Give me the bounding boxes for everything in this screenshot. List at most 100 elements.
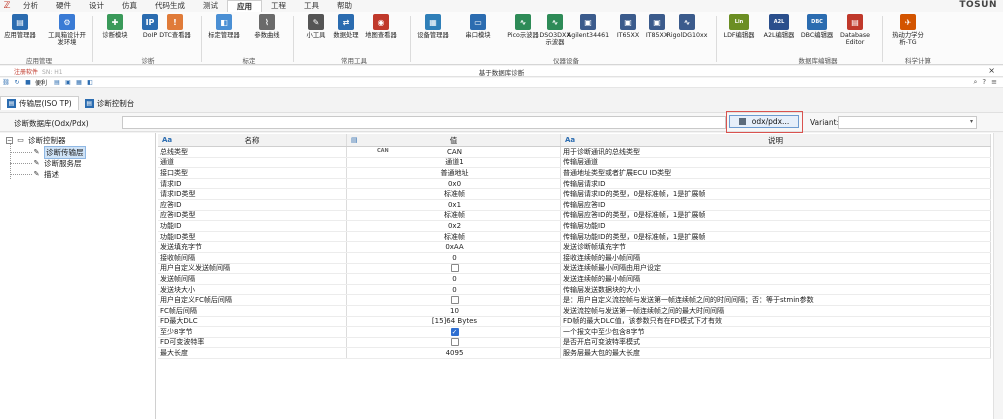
table-row[interactable]: 应答ID类型 标准帧 传输层应答ID的类型，0是标准帧，1是扩展帧: [158, 210, 991, 222]
param-value[interactable]: [347, 337, 561, 348]
param-value[interactable]: 0: [347, 284, 561, 295]
ribbon-button[interactable]: ▦ 设备管理器: [416, 14, 450, 39]
variant-select[interactable]: ▾: [838, 116, 977, 129]
refresh-icon[interactable]: ↻: [13, 79, 21, 87]
ribbon-button[interactable]: ∿ DSO3DXX示波器: [538, 14, 572, 46]
param-value[interactable]: 0x1: [347, 199, 561, 210]
table-row[interactable]: 发送填充字节 0xAA 发送诊断帧填充字节: [158, 242, 991, 253]
table-row[interactable]: 功能ID类型 标准帧 传输层功能ID的类型，0是标准帧，1是扩展帧: [158, 231, 991, 243]
param-value[interactable]: 标准帧: [347, 210, 561, 221]
table-row[interactable]: 接口类型 普通地址 普通地址类型或者扩展ECU ID类型: [158, 168, 991, 179]
ribbon-button[interactable]: DBC DBC编辑器: [800, 14, 834, 39]
param-checkbox[interactable]: [450, 296, 459, 305]
app-logo-icon[interactable]: ℤ: [0, 0, 14, 12]
param-value[interactable]: 0x2: [347, 221, 561, 231]
header-value[interactable]: ▤ 值: [347, 134, 561, 146]
param-value[interactable]: 10: [347, 305, 561, 316]
table-row[interactable]: 至少8字节 ✓ 一个报文中至少包含8字节: [158, 327, 991, 338]
param-checkbox[interactable]: [450, 338, 459, 347]
table-row[interactable]: 功能ID 0x2 传输层功能ID: [158, 221, 991, 232]
tree-item[interactable]: ✎ 描述: [32, 169, 59, 179]
param-value[interactable]: 标准帧: [347, 231, 561, 242]
param-value[interactable]: ✓: [347, 327, 561, 337]
param-checkbox[interactable]: [450, 264, 459, 273]
ribbon-button[interactable]: ▭ 串口模块: [461, 14, 495, 39]
param-value[interactable]: 0x0: [347, 178, 561, 189]
menu-item[interactable]: 设计: [80, 0, 113, 13]
ribbon-button[interactable]: ⌇ 参数曲线: [250, 14, 284, 39]
ribbon-button[interactable]: ⚙ 工具箱设计开发环境: [47, 14, 87, 46]
table-row[interactable]: 请求ID 0x0 传输层请求ID: [158, 178, 991, 190]
ribbon-button[interactable]: ◧ 标定管理器: [207, 14, 241, 39]
param-value[interactable]: 4095: [347, 348, 561, 358]
table-row[interactable]: 最大长度 4095 服务层最大包的最大长度: [158, 348, 991, 359]
param-value[interactable]: [347, 295, 561, 305]
table-row[interactable]: 请求ID类型 标准帧 传输层请求ID的类型，0是标准帧，1是扩展帧: [158, 189, 991, 200]
menu-item[interactable]: 工具: [295, 0, 328, 13]
menu-item[interactable]: 测试: [194, 0, 227, 13]
close-icon[interactable]: ×: [988, 66, 995, 75]
ribbon-button[interactable]: ✎ 小工具: [299, 14, 333, 39]
table-row[interactable]: 应答ID 0x1 传输层应答ID: [158, 199, 991, 211]
lock-icon[interactable]: ◧: [86, 79, 94, 87]
table-row[interactable]: 发送块大小 0 传输层发送数据块的大小: [158, 284, 991, 296]
tree-item[interactable]: ✎ 诊断传输层: [32, 145, 86, 159]
search-icon[interactable]: ⌕: [973, 78, 977, 87]
ribbon-button[interactable]: ✈ 热动力学分析-TG: [888, 14, 928, 46]
header-description[interactable]: Aa 说明: [561, 134, 991, 146]
tree-item[interactable]: ✎ 诊断服务层: [32, 158, 82, 168]
menu-item[interactable]: 分析: [14, 0, 47, 13]
header-name[interactable]: Aa 名称: [158, 134, 347, 146]
ribbon-button[interactable]: A2L A2L编辑器: [762, 14, 796, 39]
tab-1[interactable]: ▤ 诊断控制台: [79, 96, 141, 110]
param-value[interactable]: 0xAA: [347, 242, 561, 252]
param-value[interactable]: 标准帧: [347, 189, 561, 199]
table-row[interactable]: 发送帧间隔 0 发送连续帧的最小帧间隔: [158, 274, 991, 285]
tab-0[interactable]: ▤ 传输层(ISO TP): [0, 96, 79, 110]
help-icon[interactable]: ?: [982, 78, 986, 87]
open-icon[interactable]: ▤: [53, 79, 61, 87]
menu-item[interactable]: 仿真: [113, 0, 146, 13]
collapse-icon[interactable]: −: [6, 136, 13, 144]
ribbon-button[interactable]: ✚ 诊断模块: [98, 14, 132, 39]
ribbon-button[interactable]: ⇄ 数据处理: [329, 14, 363, 39]
convenience-label[interactable]: 便利: [35, 78, 47, 87]
menu-item[interactable]: 工程: [262, 0, 295, 13]
table-row[interactable]: 用户自定义FC帧后间隔 是：用户自定义流控帧与发送第一帧连续帧之间的时间间隔；否：…: [158, 295, 991, 306]
vertical-scrollbar[interactable]: [993, 133, 1003, 419]
menu-item[interactable]: 应用: [227, 0, 262, 13]
table-row[interactable]: FC帧后间隔 10 发送流控帧与发送第一帧连续帧之间的最大时间间隔: [158, 305, 991, 317]
menu-icon[interactable]: ≡: [991, 78, 997, 87]
param-value[interactable]: 通道1: [347, 157, 561, 168]
ribbon-button[interactable]: ∿ Pico示波器: [506, 14, 540, 39]
table-row[interactable]: FD可变波特率 是否开启可变波特率模式: [158, 337, 991, 349]
tree-root[interactable]: − ▭ 诊断控制器: [6, 135, 66, 145]
save-icon[interactable]: ▣: [64, 79, 72, 87]
menu-item[interactable]: 帮助: [328, 0, 361, 13]
ribbon-button[interactable]: ▤ Database Editor: [840, 14, 870, 46]
param-value[interactable]: [15]64 Bytes: [347, 316, 561, 327]
menu-item[interactable]: 硬件: [47, 0, 80, 13]
param-value[interactable]: 普通地址: [347, 168, 561, 178]
database-path-input[interactable]: [122, 116, 726, 129]
ribbon-button[interactable]: ∿ RigolDG10xx: [667, 14, 707, 39]
table-row[interactable]: 总线类型 CAN CAN 用于诊断通讯的总线类型: [158, 147, 991, 158]
param-value[interactable]: CAN CAN: [347, 147, 561, 157]
chevron-down-icon[interactable]: ▾: [970, 118, 973, 125]
ribbon-button[interactable]: Lin LDF编辑器: [722, 14, 756, 39]
table-row[interactable]: 通道 通道1 传输层通道: [158, 157, 991, 169]
param-value[interactable]: 0: [347, 252, 561, 263]
param-value[interactable]: 0: [347, 274, 561, 284]
param-value[interactable]: [347, 263, 561, 274]
ribbon-button[interactable]: ! DTC查看器: [158, 14, 192, 39]
table-row[interactable]: 用户自定义发送帧间隔 发送连续帧最小间隔由用户设定: [158, 263, 991, 275]
table-row[interactable]: 接收帧间隔 0 接收连续帧的最小帧间隔: [158, 252, 991, 264]
link-icon[interactable]: ⛓: [2, 79, 10, 87]
odx-pdx-button[interactable]: odx/pdx...: [729, 115, 799, 128]
ribbon-button[interactable]: ▣ Agilent34461: [567, 14, 609, 39]
table-row[interactable]: FD最大DLC [15]64 Bytes FD帧的最大DLC值，该参数只有在FD模式…: [158, 316, 991, 328]
stop-icon[interactable]: ■: [24, 79, 32, 87]
menu-item[interactable]: 代码生成: [146, 0, 194, 13]
param-checkbox[interactable]: ✓: [450, 327, 459, 336]
ribbon-button[interactable]: ◉ 地图查看器: [364, 14, 398, 39]
